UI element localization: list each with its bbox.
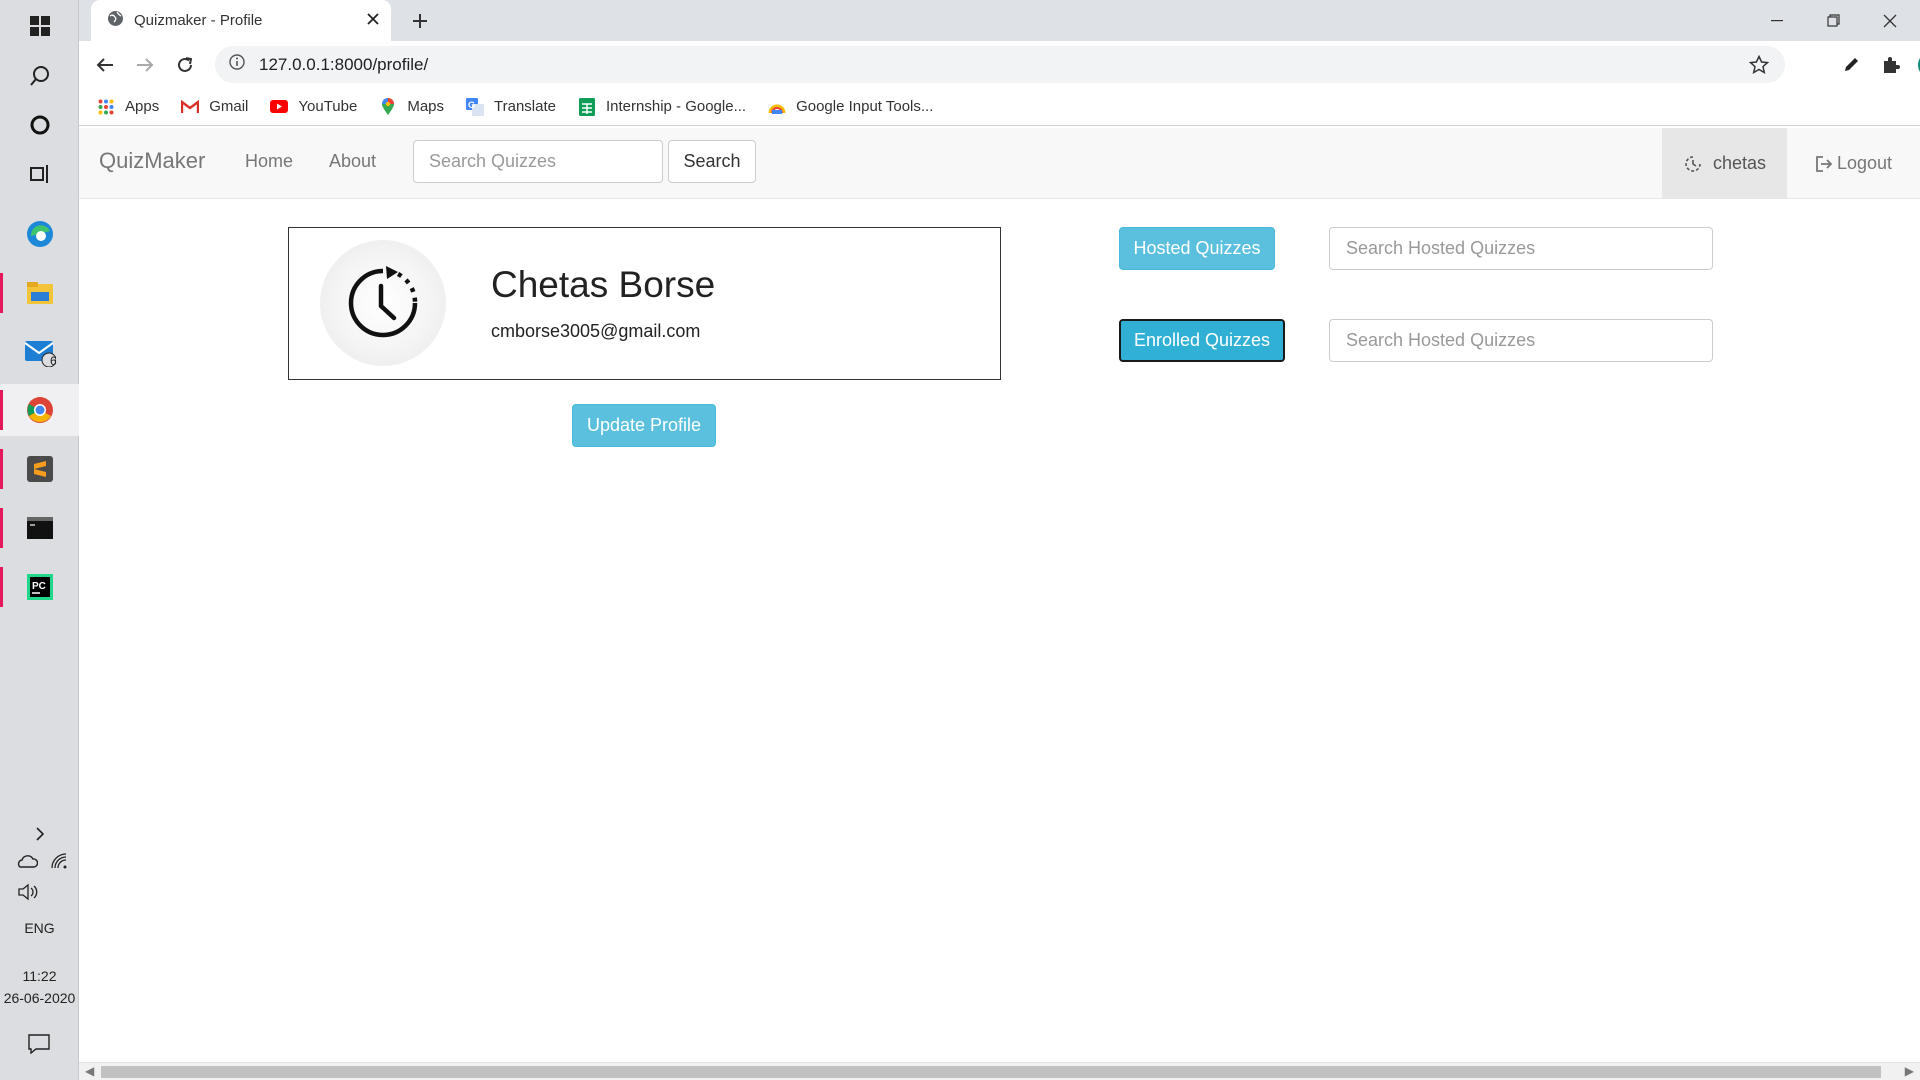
google-input-tools-icon: [768, 98, 786, 116]
username-label: chetas: [1712, 153, 1767, 173]
profile-name: Chetas Borse: [491, 264, 716, 305]
windows-start-icon[interactable]: [0, 0, 79, 52]
update-profile-button[interactable]: Update Profile: [572, 404, 716, 447]
gmail-icon: [181, 98, 200, 116]
terminal-icon[interactable]: [0, 502, 79, 554]
bookmark-star-icon[interactable]: [1748, 54, 1770, 80]
bookmark-label: Apps: [125, 98, 160, 115]
chrome-icon[interactable]: [0, 384, 79, 436]
url-text[interactable]: 127.0.0.1:8000/profile/: [259, 55, 428, 75]
site-navbar: QuizMaker Home About Search chetas Logou…: [79, 128, 1920, 199]
restore-icon[interactable]: [1805, 0, 1861, 41]
bookmark-label: Internship - Google...: [606, 98, 747, 115]
maps-icon: [379, 97, 397, 116]
hosted-quizzes-button[interactable]: Hosted Quizzes: [1119, 227, 1275, 270]
user-menu[interactable]: chetas: [1662, 128, 1787, 199]
bookmark-translate[interactable]: G Translate: [466, 97, 556, 116]
language-indicator[interactable]: ENG: [0, 920, 79, 936]
scroll-right-icon[interactable]: ▶: [1905, 1064, 1914, 1078]
new-tab-icon[interactable]: [405, 6, 435, 36]
page-content: QuizMaker Home About Search chetas Logou…: [79, 128, 1920, 1062]
clock-date[interactable]: 26-06-2020: [0, 990, 79, 1006]
translate-icon: G: [466, 97, 485, 116]
windows-taskbar: 6 PC ENG 11:22 26-06-2020: [0, 0, 79, 1080]
sublime-text-icon[interactable]: [0, 443, 79, 495]
avatar[interactable]: [320, 240, 446, 366]
search-button[interactable]: Search: [668, 140, 756, 183]
svg-text:PC: PC: [32, 581, 46, 592]
minimize-icon[interactable]: [1749, 0, 1805, 41]
close-window-icon[interactable]: [1862, 0, 1918, 41]
bookmarks-bar: Apps Gmail YouTube Maps G Translate Inte…: [79, 88, 1920, 126]
nav-about-link[interactable]: About: [329, 151, 376, 172]
bookmark-maps[interactable]: Maps: [379, 97, 445, 116]
pen-icon[interactable]: [1835, 49, 1867, 81]
svg-text:G: G: [468, 100, 475, 110]
file-explorer-icon[interactable]: [0, 267, 79, 319]
bookmark-label: Google Input Tools...: [796, 98, 934, 115]
bookmark-label: YouTube: [298, 98, 358, 115]
task-view-icon[interactable]: [0, 148, 79, 200]
mail-icon[interactable]: 6: [0, 326, 79, 378]
brand-link[interactable]: QuizMaker: [99, 148, 205, 174]
scrollbar-thumb[interactable]: [101, 1066, 1881, 1078]
bookmark-apps[interactable]: Apps: [97, 98, 159, 116]
back-arrow-icon[interactable]: [89, 49, 121, 81]
bookmark-label: Gmail: [209, 98, 249, 115]
horizontal-scrollbar[interactable]: ◀ ▶: [79, 1062, 1920, 1080]
pycharm-icon[interactable]: PC: [0, 561, 79, 613]
enrolled-search-input[interactable]: [1329, 319, 1713, 362]
clock-history-icon: [348, 266, 418, 338]
clock-time[interactable]: 11:22: [0, 968, 79, 984]
close-tab-icon[interactable]: [367, 12, 379, 30]
search-icon[interactable]: [0, 50, 79, 102]
nav-home-link[interactable]: Home: [245, 151, 293, 172]
browser-tab[interactable]: Quizmaker - Profile: [91, 0, 391, 41]
bookmark-label: Translate: [494, 98, 556, 115]
cortana-icon[interactable]: [0, 99, 79, 151]
enrolled-quizzes-button[interactable]: Enrolled Quizzes: [1119, 319, 1285, 362]
browser-toolbar: 127.0.0.1:8000/profile/ C: [79, 41, 1920, 88]
volume-icon[interactable]: [17, 883, 39, 906]
reload-icon[interactable]: [169, 49, 201, 81]
address-bar[interactable]: 127.0.0.1:8000/profile/: [215, 46, 1785, 83]
onedrive-icon[interactable]: [16, 854, 39, 873]
action-center-icon[interactable]: [28, 1034, 50, 1059]
google-sheets-icon: [578, 97, 596, 116]
logout-label: Logout: [1836, 153, 1893, 173]
wifi-icon[interactable]: [50, 852, 68, 875]
edge-browser-icon[interactable]: [0, 208, 79, 260]
hosted-search-input[interactable]: [1329, 227, 1713, 270]
forward-arrow-icon[interactable]: [129, 49, 161, 81]
apps-grid-icon: [97, 98, 115, 116]
youtube-icon: [270, 98, 289, 116]
bookmark-label: Maps: [407, 98, 445, 115]
mail-badge: 6: [50, 354, 57, 368]
info-icon[interactable]: [229, 54, 245, 75]
quiz-search-input[interactable]: [413, 140, 663, 183]
extensions-icon[interactable]: [1875, 49, 1907, 81]
profile-avatar[interactable]: C: [1915, 49, 1920, 81]
logout-icon: [1815, 155, 1833, 173]
bookmark-gmail[interactable]: Gmail: [181, 98, 248, 116]
bookmark-youtube[interactable]: YouTube: [270, 98, 357, 116]
logout-link[interactable]: Logout: [1787, 128, 1920, 199]
browser-tabstrip: Quizmaker - Profile: [79, 0, 1920, 41]
bookmark-google-input-tools[interactable]: Google Input Tools...: [768, 98, 933, 116]
bookmark-internship[interactable]: Internship - Google...: [578, 97, 747, 116]
scroll-left-icon[interactable]: ◀: [85, 1064, 94, 1078]
globe-icon: [107, 10, 124, 32]
history-icon: [1683, 154, 1703, 174]
profile-card: Chetas Borse cmborse3005@gmail.com: [288, 227, 1001, 380]
tab-title: Quizmaker - Profile: [134, 12, 263, 29]
profile-email: cmborse3005@gmail.com: [491, 321, 701, 341]
